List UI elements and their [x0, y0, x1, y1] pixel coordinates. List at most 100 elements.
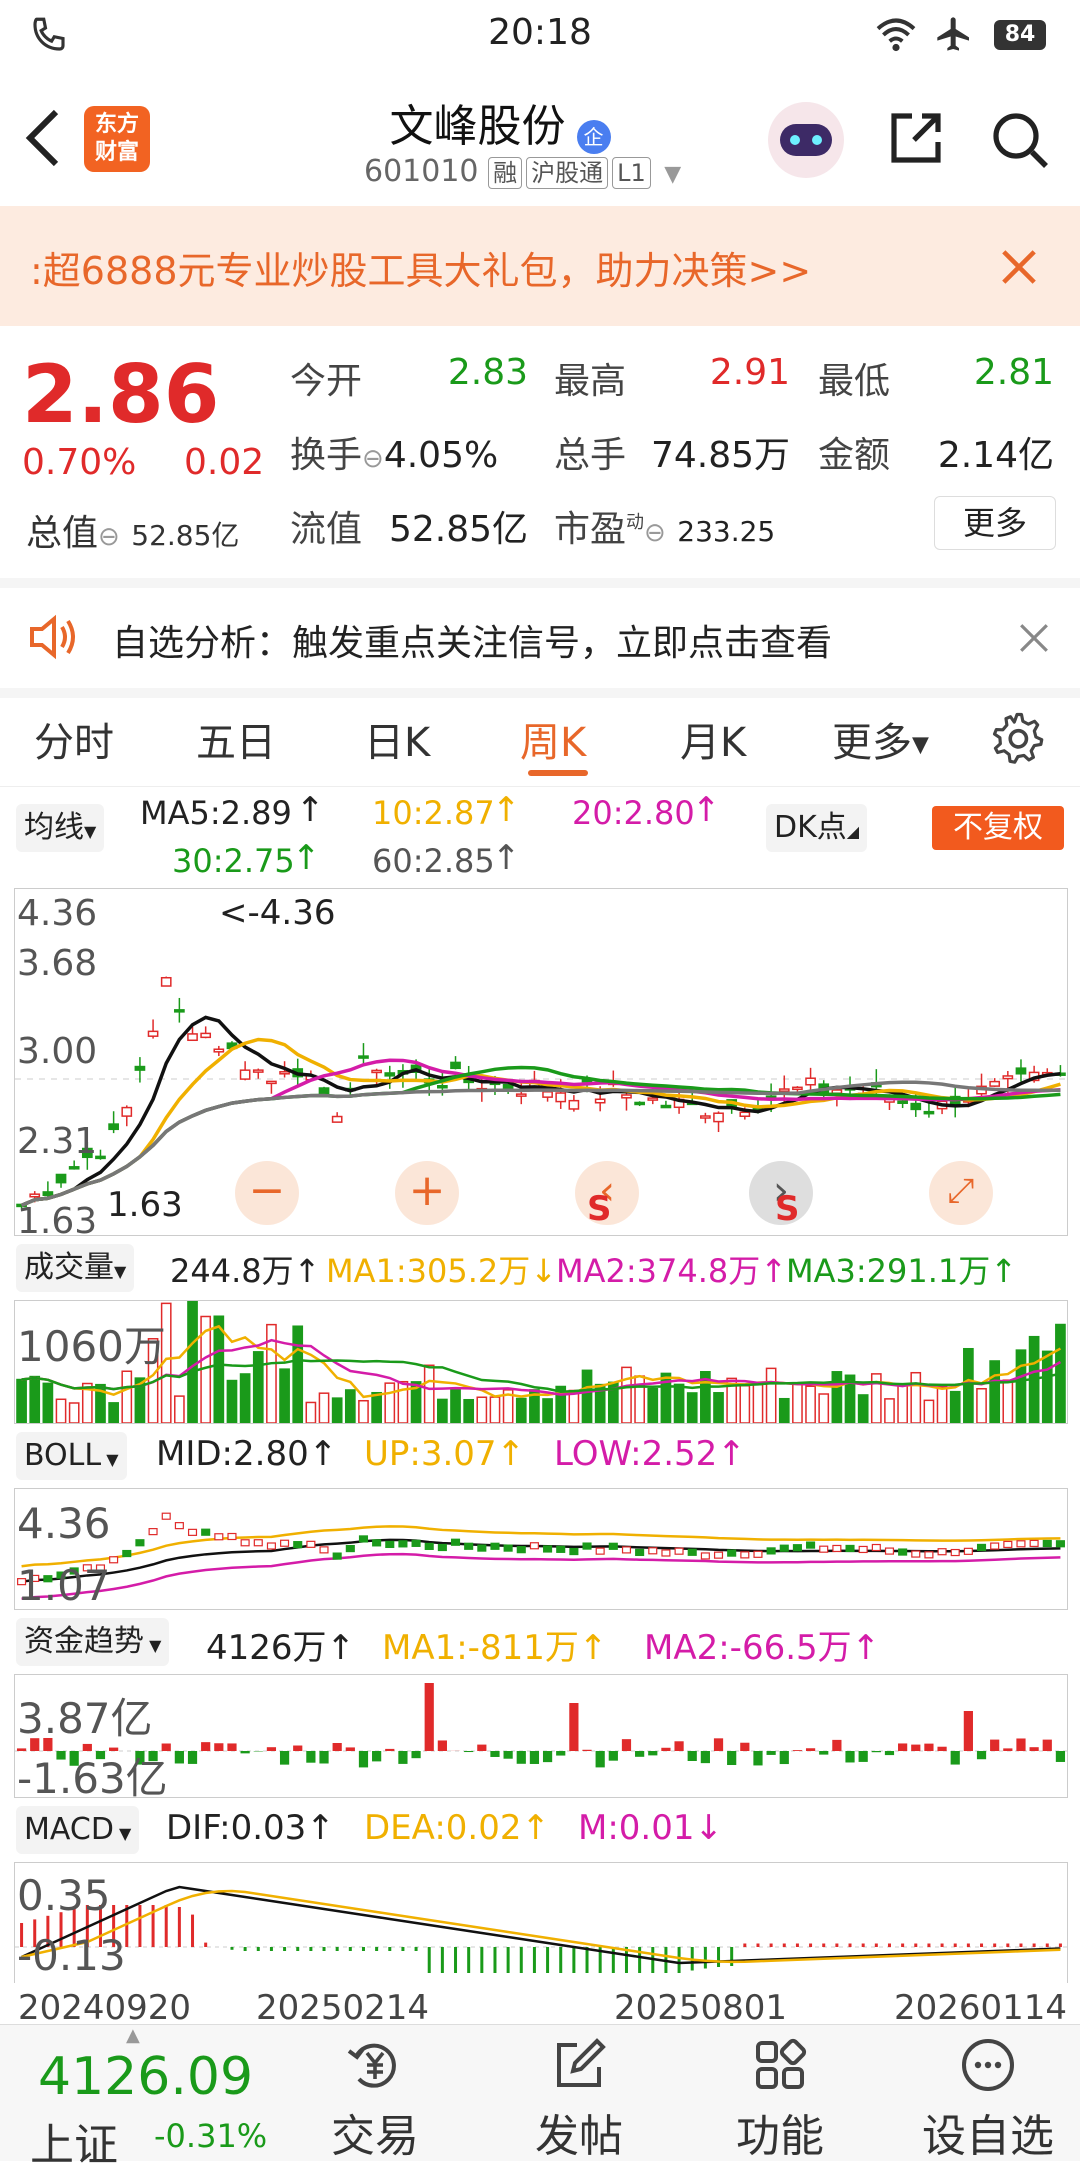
- kline-candle: [122, 1108, 131, 1117]
- fund-bar: [977, 1751, 986, 1759]
- kline-candle: [280, 1072, 289, 1074]
- boll-candle: [688, 1549, 696, 1555]
- fund-bar: [556, 1751, 565, 1756]
- nav-add-watchlist[interactable]: 设自选: [898, 2035, 1078, 2164]
- volume-value: 74.85万: [630, 426, 790, 478]
- boll-candle: [623, 1547, 631, 1553]
- volume-bar: [569, 1391, 578, 1423]
- fund-bar: [1043, 1740, 1052, 1751]
- robot-avatar[interactable]: [768, 102, 844, 178]
- boll-candle: [557, 1546, 565, 1552]
- volume-bar: [714, 1393, 723, 1423]
- kline-candle: [359, 1056, 368, 1058]
- total-value-row: 总值⊖ 52.85亿: [26, 504, 239, 556]
- ma-legend: 均线▼ MA5:2.89 ↑ 10:2.87 ↑ 20:2.80 ↑ 30:2.…: [0, 790, 1080, 886]
- notice-bar[interactable]: 自选分析：触发重点关注信号，立即点击查看: [0, 578, 1080, 698]
- app-logo: 东方 财富: [84, 106, 150, 172]
- tab-minute[interactable]: 分时: [34, 710, 114, 768]
- info-icon: ⊖: [98, 522, 120, 552]
- boll-candle: [846, 1545, 854, 1551]
- zoom-in-button[interactable]: +: [395, 1161, 459, 1225]
- macd-dea-text: DEA:0.02: [364, 1808, 521, 1848]
- dropdown-caret-icon: ▼: [664, 162, 681, 187]
- fund-bar: [359, 1751, 368, 1767]
- volume-chart[interactable]: 1060万: [14, 1300, 1068, 1424]
- tab-month-k[interactable]: 月K: [680, 710, 746, 768]
- fund-chart[interactable]: 3.87亿 -1.63亿: [14, 1674, 1068, 1798]
- nav-post[interactable]: 发帖: [504, 2035, 654, 2164]
- gear-icon[interactable]: [990, 710, 1044, 764]
- kline-candle: [622, 1095, 631, 1098]
- kline-chart[interactable]: 4.36 3.68 3.00 2.31 1.63 <-4.36 1.63 − +…: [14, 888, 1068, 1236]
- promo-banner[interactable]: :超6888元专业炒股工具大礼包，助力决策>>: [0, 206, 1080, 326]
- boll-candle: [701, 1553, 709, 1559]
- macd-selector[interactable]: MACD ▼: [16, 1806, 139, 1854]
- fund-bar: [648, 1751, 657, 1755]
- back-arrow-icon[interactable]: [20, 106, 64, 170]
- fullscreen-button[interactable]: ⤢: [929, 1161, 993, 1225]
- volume-selector[interactable]: 成交量▼: [16, 1244, 134, 1292]
- kline-candle: [385, 1073, 394, 1076]
- volume-bar: [582, 1370, 591, 1423]
- volume-bar: [740, 1386, 749, 1423]
- boll-candle: [346, 1546, 354, 1552]
- volume-ma1: MA1:305.2万↓: [326, 1246, 557, 1292]
- header: 东方 财富 文峰股份 企 601010 融沪股通L1 ▼: [0, 70, 1080, 207]
- fund-bar: [832, 1740, 841, 1751]
- stock-code-row[interactable]: 601010 融沪股通L1 ▼: [364, 154, 681, 189]
- tab-week-k[interactable]: 周K: [520, 710, 586, 768]
- fund-bar: [924, 1744, 933, 1751]
- more-button[interactable]: 更多: [934, 496, 1056, 550]
- fund-y-bottom: -1.63亿: [17, 1745, 168, 1806]
- share-icon[interactable]: [886, 108, 946, 168]
- kline-candle: [780, 1089, 789, 1091]
- pe-label: 市盈: [554, 509, 626, 550]
- nav-functions-label: 功能: [700, 2100, 860, 2164]
- dk-point-label: DK点: [774, 810, 847, 845]
- stock-title[interactable]: 文峰股份 企: [300, 90, 700, 154]
- fund-bar: [582, 1750, 591, 1751]
- indicator-selector[interactable]: 均线▼: [16, 804, 104, 852]
- pe-value: 233.25: [677, 515, 775, 548]
- ma-line: [22, 1017, 1061, 1205]
- search-icon[interactable]: [990, 110, 1050, 170]
- kline-candle: [504, 1085, 513, 1089]
- boll-candle: [281, 1540, 289, 1546]
- dk-point-selector[interactable]: DK点◢: [766, 804, 867, 852]
- fund-bar: [411, 1751, 420, 1758]
- index-widget[interactable]: ▲ 4126.09 上证 -0.31%: [0, 2025, 290, 2161]
- volume-bar: [648, 1389, 657, 1423]
- zoom-out-button[interactable]: −: [235, 1161, 299, 1225]
- kline-candle: [543, 1092, 552, 1097]
- close-icon[interactable]: [1000, 248, 1038, 286]
- boll-candle: [504, 1545, 512, 1551]
- volume-bar: [122, 1371, 131, 1423]
- volume-bar: [543, 1399, 552, 1423]
- boll-selector[interactable]: BOLL ▼: [16, 1432, 127, 1480]
- kline-candle: [569, 1101, 578, 1109]
- fund-selector[interactable]: 资金趋势 ▼: [16, 1618, 169, 1666]
- volume-bar: [1003, 1380, 1012, 1423]
- nav-functions[interactable]: 功能: [700, 2035, 860, 2164]
- fund-ma2-text: MA2:-66.5万: [644, 1628, 852, 1668]
- kline-svg: [15, 889, 1067, 1235]
- volume-selector-label: 成交量: [24, 1250, 114, 1285]
- volume-bar: [398, 1382, 407, 1423]
- volume-bar: [56, 1399, 65, 1423]
- boll-chart[interactable]: 4.36 1.07: [14, 1488, 1068, 1610]
- kline-candle: [162, 978, 171, 986]
- adjust-button[interactable]: 不复权: [932, 806, 1064, 850]
- kline-y-label-3: 3.00: [17, 1031, 97, 1072]
- boll-candle: [1030, 1540, 1038, 1546]
- tab-day-k[interactable]: 日K: [364, 710, 430, 768]
- kline-candle: [1016, 1068, 1025, 1074]
- tab-more[interactable]: 更多▼: [832, 710, 929, 768]
- battery-level: 84: [1005, 22, 1036, 47]
- close-icon[interactable]: [1018, 622, 1050, 654]
- ma60-arrow: ↑: [492, 838, 521, 878]
- tab-five-day[interactable]: 五日: [196, 710, 276, 768]
- macd-m-text: M:0.01: [578, 1808, 695, 1848]
- nav-trade[interactable]: 交易: [300, 2035, 450, 2164]
- macd-chart[interactable]: 0.35 -0.13: [14, 1862, 1068, 1983]
- boll-mid: MID:2.80↑: [156, 1434, 337, 1474]
